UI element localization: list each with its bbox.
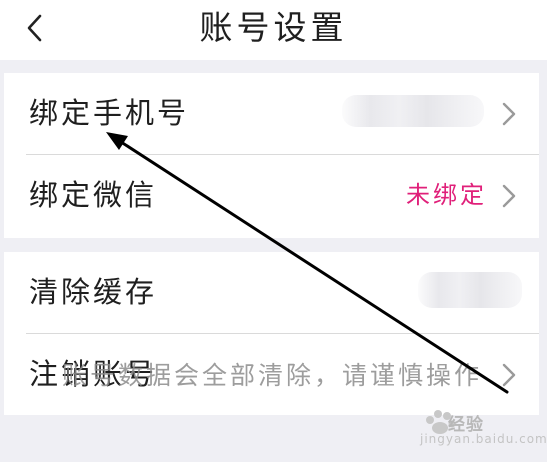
annotation-arrow: [106, 132, 509, 394]
watermark-url: jingyan.baidu.com: [420, 432, 547, 446]
